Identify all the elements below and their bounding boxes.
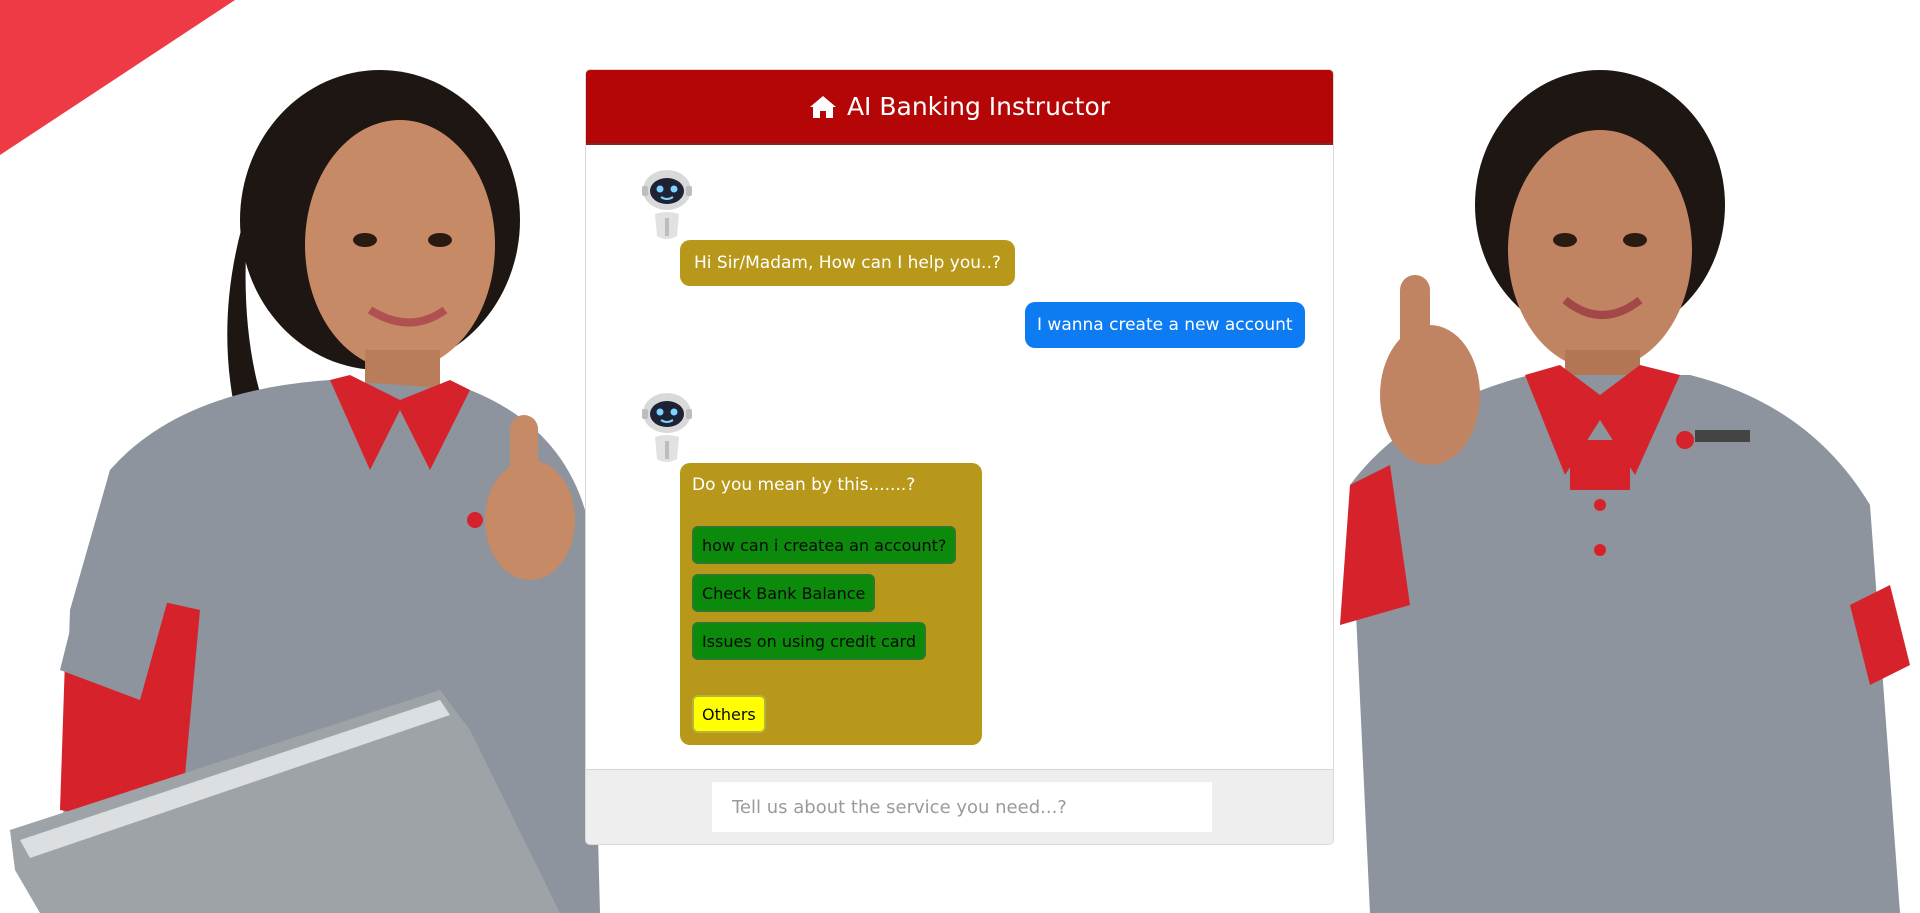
left-person-image	[0, 50, 600, 913]
chat-window: AI Banking Instructor Hi Sir/Madam, How …	[585, 69, 1334, 845]
option-others-button[interactable]: Others	[692, 695, 766, 733]
home-icon	[809, 95, 837, 119]
user-message-bubble: I wanna create a new account	[1025, 302, 1305, 348]
chat-footer	[586, 769, 1333, 844]
bot-suggestions-bubble: Do you mean by this.......? how can i cr…	[680, 463, 982, 745]
suggestion-prompt: Do you mean by this.......?	[692, 475, 916, 495]
page: AI Banking Instructor Hi Sir/Madam, How …	[0, 0, 1920, 913]
chat-title: AI Banking Instructor	[846, 92, 1111, 121]
bot-avatar-icon	[639, 170, 695, 248]
bot-avatar-icon	[639, 393, 695, 471]
option-credit-card-issues-button[interactable]: Issues on using credit card	[692, 622, 926, 660]
option-create-account-button[interactable]: how can i createa an account?	[692, 526, 957, 564]
right-person-image	[1330, 45, 1920, 913]
chat-messages: Hi Sir/Madam, How can I help you..? I wa…	[586, 145, 1333, 770]
message-input[interactable]	[712, 782, 1212, 832]
bot-greeting-bubble: Hi Sir/Madam, How can I help you..?	[680, 240, 1015, 286]
chat-header: AI Banking Instructor	[586, 70, 1333, 145]
option-check-balance-button[interactable]: Check Bank Balance	[692, 574, 876, 612]
